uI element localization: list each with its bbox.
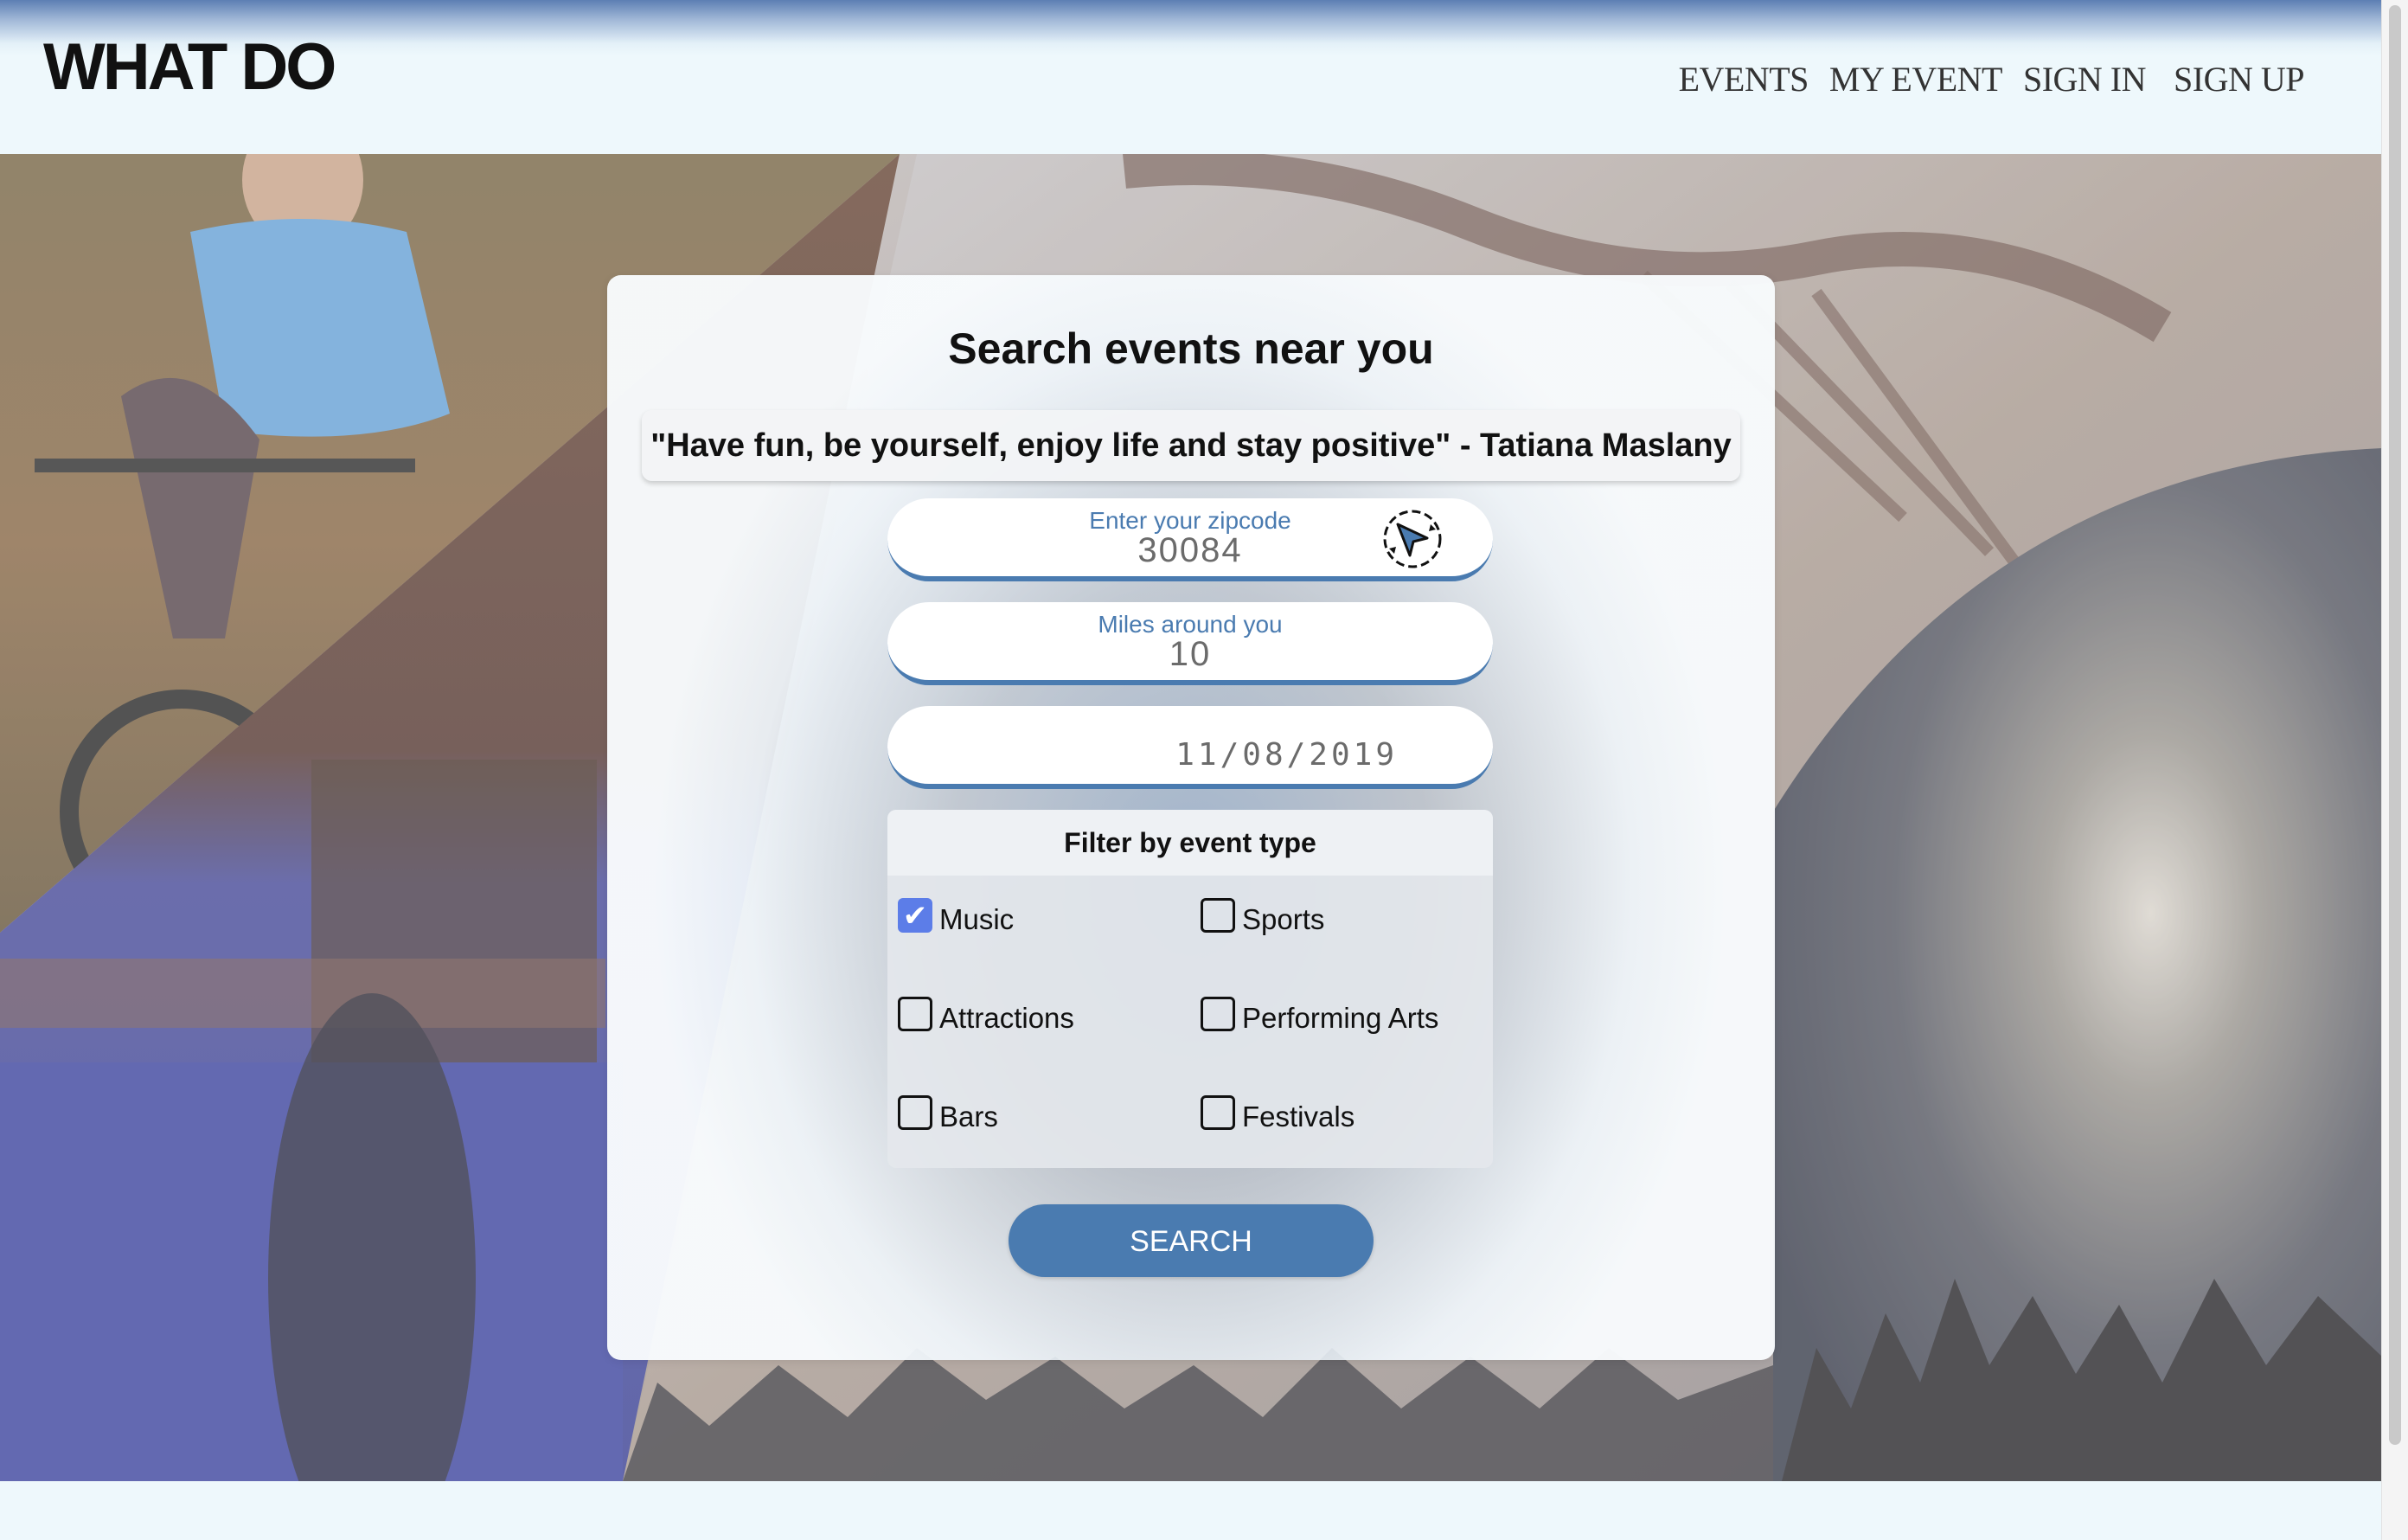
filter-option-bars[interactable]: Bars bbox=[898, 1095, 998, 1133]
quote-banner: "Have fun, be yourself, enjoy life and s… bbox=[642, 410, 1740, 481]
filter-option-music[interactable]: ✔ Music bbox=[898, 898, 1015, 936]
filter-label-festivals: Festivals bbox=[1242, 1100, 1355, 1133]
filter-label-bars: Bars bbox=[939, 1100, 998, 1133]
nav-events[interactable]: EVENTS bbox=[1679, 59, 1809, 99]
zipcode-field[interactable]: Enter your zipcode 30084 bbox=[887, 498, 1493, 581]
nav-sign-in[interactable]: SIGN IN bbox=[2023, 59, 2147, 99]
main-nav: EVENTS MY EVENT SIGN IN SIGN UP bbox=[1658, 59, 2305, 99]
checkbox-sports[interactable] bbox=[1201, 898, 1235, 933]
checkbox-festivals[interactable] bbox=[1201, 1095, 1235, 1130]
filter-label-sports: Sports bbox=[1242, 903, 1325, 935]
checkbox-performing-arts[interactable] bbox=[1201, 997, 1235, 1031]
filter-option-sports[interactable]: Sports bbox=[1201, 898, 1325, 936]
miles-field[interactable]: Miles around you 10 bbox=[887, 602, 1493, 685]
filter-option-festivals[interactable]: Festivals bbox=[1201, 1095, 1355, 1133]
date-field[interactable]: 11/08/2019 bbox=[887, 706, 1493, 789]
event-type-filter: Filter by event type ✔ Music Sports Attr… bbox=[887, 810, 1493, 1168]
search-button[interactable]: SEARCH bbox=[1009, 1204, 1374, 1277]
filter-label-performing-arts: Performing Arts bbox=[1242, 1002, 1439, 1034]
nav-my-event[interactable]: MY EVENT bbox=[1829, 59, 2003, 99]
nav-sign-up[interactable]: SIGN UP bbox=[2174, 59, 2304, 99]
checkbox-bars[interactable] bbox=[898, 1095, 932, 1130]
page-scrollbar[interactable] bbox=[2381, 0, 2408, 1540]
filter-option-attractions[interactable]: Attractions bbox=[898, 997, 1074, 1035]
date-input[interactable]: 11/08/2019 bbox=[887, 737, 1398, 773]
locate-arrow-icon[interactable] bbox=[1379, 505, 1446, 573]
filter-label-attractions: Attractions bbox=[939, 1002, 1074, 1034]
miles-input[interactable]: 10 bbox=[887, 635, 1493, 674]
checkmark-icon[interactable]: ✔ bbox=[898, 898, 932, 933]
page: WHAT DO EVENTS MY EVENT SIGN IN SIGN UP … bbox=[0, 0, 2408, 1540]
scrollbar-thumb[interactable] bbox=[2389, 5, 2401, 1445]
filter-option-performing-arts[interactable]: Performing Arts bbox=[1201, 997, 1439, 1035]
brand-logo[interactable]: WHAT DO bbox=[43, 35, 336, 100]
search-card: Search events near you "Have fun, be you… bbox=[607, 275, 1775, 1360]
site-header: WHAT DO EVENTS MY EVENT SIGN IN SIGN UP bbox=[0, 0, 2382, 154]
filter-label-music: Music bbox=[939, 903, 1015, 935]
filter-title: Filter by event type bbox=[887, 810, 1493, 876]
footer-band bbox=[0, 1481, 2382, 1540]
search-title: Search events near you bbox=[948, 324, 1434, 373]
checkbox-attractions[interactable] bbox=[898, 997, 932, 1031]
